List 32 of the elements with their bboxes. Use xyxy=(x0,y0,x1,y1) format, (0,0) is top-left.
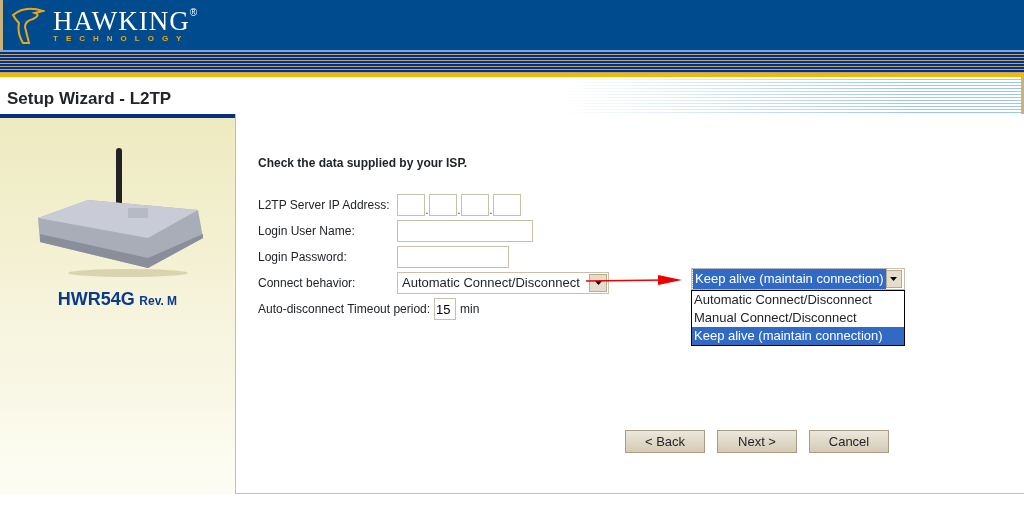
wizard-button[interactable]: Cancel xyxy=(809,430,889,453)
field-label: Connect behavior: xyxy=(258,275,357,292)
connect-behavior-select[interactable]: Keep alive (maintain connection) xyxy=(691,268,905,290)
eagle-logo-icon xyxy=(11,5,45,45)
dropdown-option[interactable]: Keep alive (maintain connection) xyxy=(692,327,904,345)
ip-octet-field[interactable] xyxy=(493,194,521,216)
revision-label: Rev. M xyxy=(139,294,178,308)
unit-label: min xyxy=(460,301,480,318)
field-label: Auto-disconnect Timeout period: xyxy=(258,301,431,318)
dropdown-option[interactable]: Automatic Connect/Disconnect xyxy=(692,291,904,309)
wizard-button[interactable]: Next > xyxy=(717,430,797,453)
timeout-field[interactable]: 15 xyxy=(434,298,457,320)
logo-name: HAWKING xyxy=(53,7,190,35)
instruction-text: Check the data supplied by your ISP. xyxy=(258,155,468,172)
ip-octet-field[interactable] xyxy=(397,194,425,216)
password-field[interactable] xyxy=(397,246,509,268)
user-name-field[interactable] xyxy=(397,220,533,242)
page-title: Setup Wizard - L2TP xyxy=(6,88,172,110)
registered-mark: ® xyxy=(189,7,198,18)
field-label: L2TP Server IP Address: xyxy=(258,197,391,214)
ip-separator: . xyxy=(457,204,461,218)
dropdown-option[interactable]: Manual Connect/Disconnect xyxy=(692,309,904,327)
wizard-button[interactable]: < Back xyxy=(625,430,705,453)
ip-separator: . xyxy=(425,204,429,218)
ip-separator: . xyxy=(489,204,493,218)
field-label: Login Password: xyxy=(258,249,348,266)
model-name: HWR54G xyxy=(57,289,135,309)
logo-tagline: TECHNOLOGY xyxy=(53,34,191,43)
ip-octet-field[interactable] xyxy=(461,194,489,216)
connect-behavior-select[interactable]: Automatic Connect/Disconnect xyxy=(397,272,609,294)
ip-octet-field[interactable] xyxy=(429,194,457,216)
field-label: Login User Name: xyxy=(258,223,356,240)
